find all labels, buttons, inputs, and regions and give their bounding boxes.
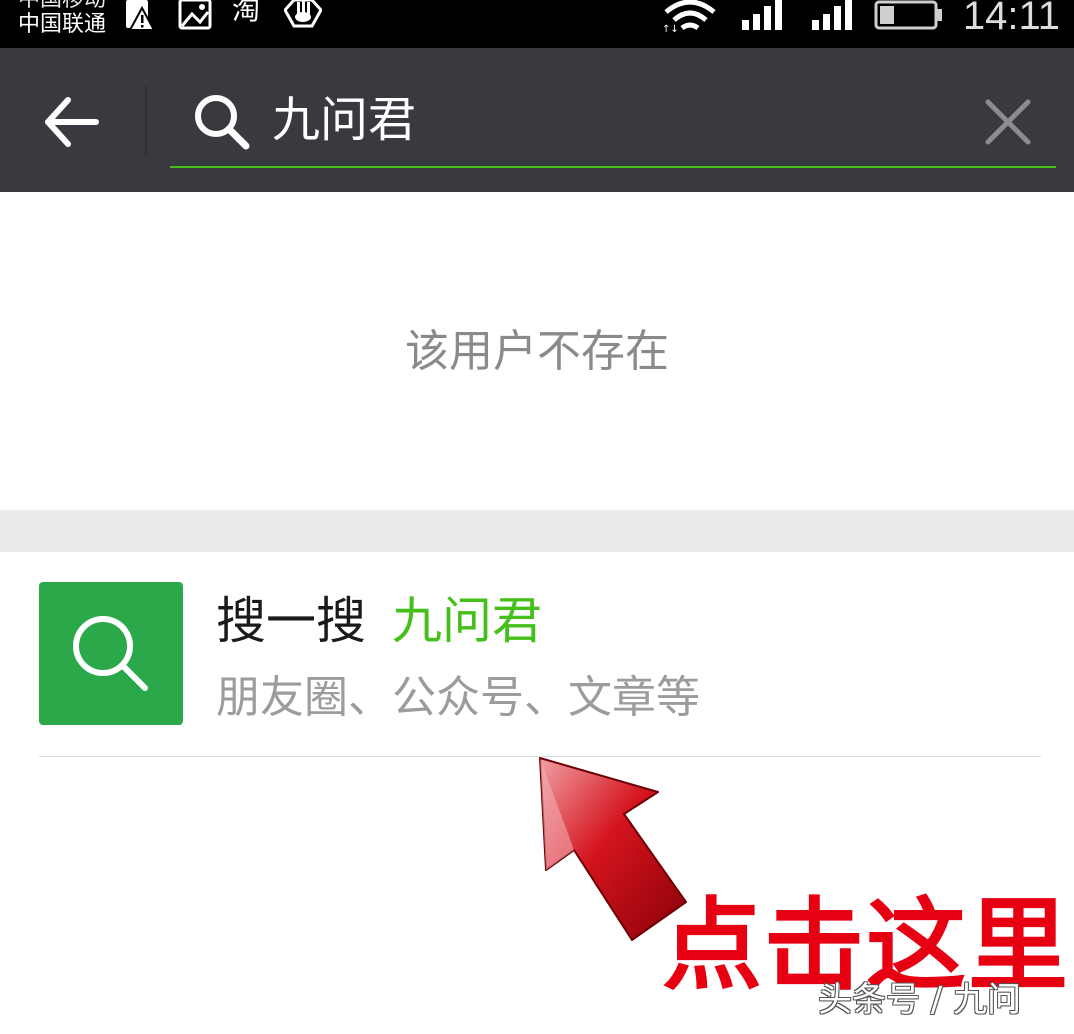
clear-search-button[interactable] [982,96,1034,148]
status-bar: 中国移动 中国联通 淘 ↑↓ [0,0,1074,48]
signal-icon [812,0,852,30]
carrier-primary: 中国移动 [18,0,106,12]
search-field[interactable] [170,68,1056,168]
search-underline [170,166,1056,168]
toolbar-divider [145,86,147,156]
search-icon [195,95,250,150]
close-icon [985,99,1031,145]
svg-text:↑↓: ↑↓ [662,24,679,34]
image-icon [178,0,212,30]
search-row-title: 搜一搜 九问君 [216,588,542,654]
search-input[interactable] [272,88,932,152]
sim-alert-icon [126,0,156,31]
signal-icon [742,0,782,30]
search-icon [73,616,148,691]
search-everything-row[interactable]: 搜一搜 九问君 朋友圈、公众号、文章等 [0,552,1074,757]
user-not-found-message: 该用户不存在 [405,326,669,377]
hand-icon [284,0,322,28]
wifi-icon: ↑↓ [662,0,716,34]
arrow-left-icon [45,97,99,147]
search-row-keyword: 九问君 [392,592,542,650]
watermark: 头条号 / 九问 [818,980,1022,1020]
search-row-subtitle: 朋友圈、公众号、文章等 [216,672,700,723]
back-button[interactable] [40,94,104,150]
search-tile [39,582,183,725]
carrier-secondary: 中国联通 [18,12,107,37]
search-row-label: 搜一搜 [216,592,366,650]
taobao-icon: 淘 [232,0,261,26]
status-clock: 14:11 [962,0,1060,38]
search-toolbar [0,48,1074,192]
battery-icon [874,0,942,30]
section-divider [0,510,1074,552]
